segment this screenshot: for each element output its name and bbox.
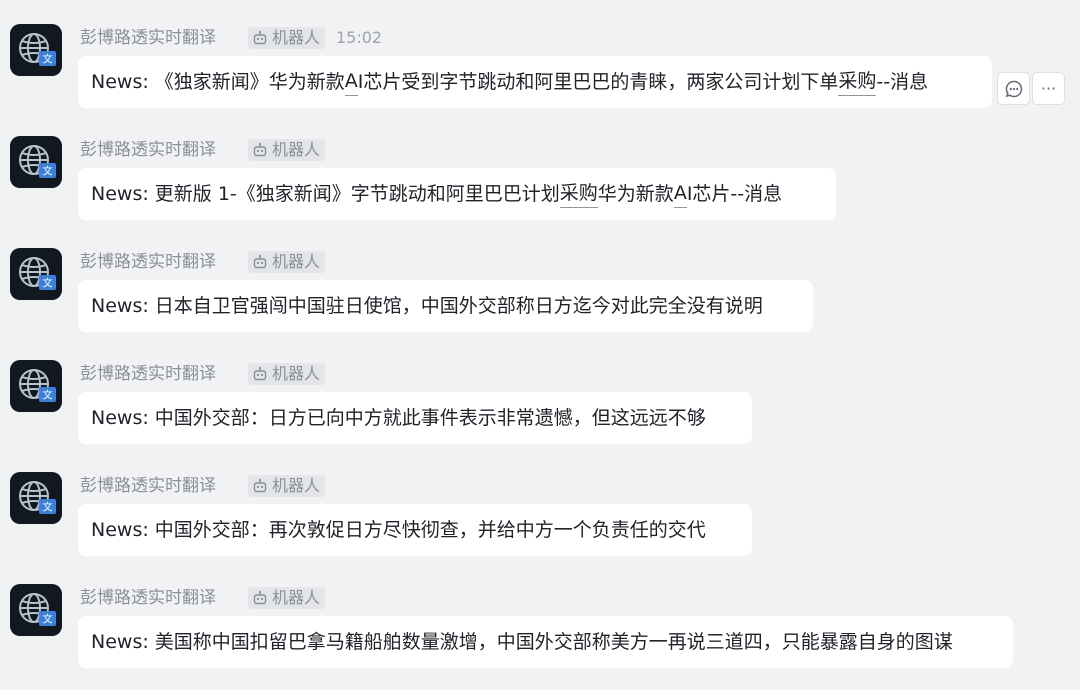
chat-message: 文 彭博路透实时翻译 机器人 News: 中国外交部：日方已向中方就此事件表示非… bbox=[0, 336, 1080, 448]
svg-text:文: 文 bbox=[43, 277, 53, 290]
globe-translate-icon: 文 bbox=[19, 593, 56, 626]
chat-message: 文 彭博路透实时翻译 机器人 News: 日本自卫官强闯中国驻日使馆，中国外交部… bbox=[0, 224, 1080, 336]
bot-badge: 机器人 bbox=[248, 139, 326, 161]
robot-icon bbox=[253, 142, 267, 157]
robot-icon bbox=[253, 590, 267, 605]
sender-name[interactable]: 彭博路透实时翻译 bbox=[80, 474, 216, 498]
message-text: News: 中国外交部：再次敦促日方尽快彻查，并给中方一个负责任的交代 bbox=[91, 519, 706, 541]
bot-badge-label: 机器人 bbox=[272, 588, 321, 607]
chat-message: 文 彭博路透实时翻译 机器人 News: 中国外交部：再次敦促日方尽快彻查，并给… bbox=[0, 448, 1080, 560]
globe-translate-icon: 文 bbox=[19, 369, 56, 402]
more-actions-button[interactable]: ··· bbox=[1032, 72, 1065, 105]
chat-message: 文 彭博路透实时翻译 机器人 News: 《独家新闻》华为新款 A I芯片受到字节跳… bbox=[0, 0, 1080, 112]
bot-badge: 机器人 bbox=[248, 475, 326, 497]
svg-text:文: 文 bbox=[43, 501, 53, 514]
underlined-term[interactable]: 采购 bbox=[838, 68, 877, 96]
message-text: News: 更新版 1-《独家新闻》字节跳动和阿里巴巴计划 bbox=[91, 183, 560, 205]
message-bubble[interactable]: News: 中国外交部：再次敦促日方尽快彻查，并给中方一个负责任的交代 bbox=[78, 504, 752, 556]
robot-icon bbox=[253, 30, 267, 45]
message-bubble[interactable]: News: 日本自卫官强闯中国驻日使馆，中国外交部称日方迄今对此完全没有说明 bbox=[78, 280, 813, 332]
sender-name[interactable]: 彭博路透实时翻译 bbox=[80, 26, 216, 50]
bot-badge-label: 机器人 bbox=[272, 140, 321, 159]
comment-bubble-icon bbox=[1005, 80, 1022, 97]
globe-translate-icon: 文 bbox=[19, 145, 56, 178]
sender-name[interactable]: 彭博路透实时翻译 bbox=[80, 586, 216, 610]
bot-avatar[interactable]: 文 bbox=[10, 24, 62, 76]
bot-avatar[interactable]: 文 bbox=[10, 584, 62, 636]
svg-text:文: 文 bbox=[43, 613, 53, 626]
globe-translate-icon: 文 bbox=[19, 33, 56, 66]
globe-translate-icon: 文 bbox=[19, 481, 56, 514]
bot-avatar[interactable]: 文 bbox=[10, 360, 62, 412]
underlined-term[interactable]: A bbox=[344, 68, 358, 96]
underlined-term[interactable]: 采购 bbox=[559, 180, 598, 208]
message-bubble[interactable]: News: 《独家新闻》华为新款 A I芯片受到字节跳动和阿里巴巴的青睐，两家公司计… bbox=[78, 56, 992, 108]
svg-text:文: 文 bbox=[43, 53, 53, 66]
bot-badge: 机器人 bbox=[248, 27, 326, 49]
message-bubble[interactable]: News: 美国称中国扣留巴拿马籍船舶数量激增，中国外交部称美方一再说三道四，只… bbox=[78, 616, 1013, 668]
message-bubble[interactable]: News: 更新版 1-《独家新闻》字节跳动和阿里巴巴计划 采购 华为新款 A I芯片-… bbox=[78, 168, 836, 220]
message-text: I芯片受到字节跳动和阿里巴巴的青睐，两家公司计划下单 bbox=[357, 71, 839, 93]
message-bubble[interactable]: News: 中国外交部：日方已向中方就此事件表示非常遗憾，但这远远不够 bbox=[78, 392, 752, 444]
bot-badge-label: 机器人 bbox=[272, 252, 321, 271]
message-text: I芯片--消息 bbox=[686, 183, 783, 205]
robot-icon bbox=[253, 366, 267, 381]
message-text: News: 日本自卫官强闯中国驻日使馆，中国外交部称日方迄今对此完全没有说明 bbox=[91, 295, 763, 317]
robot-icon bbox=[253, 254, 267, 269]
underlined-term[interactable]: A bbox=[673, 180, 687, 208]
message-timestamp: 15:02 bbox=[336, 28, 383, 47]
chat-message: 文 彭博路透实时翻译 机器人 News: 美国称中国扣留巴拿马籍船舶数量激增，中… bbox=[0, 560, 1080, 672]
chat-message: 文 彭博路透实时翻译 机器人 News: 更新版 1-《独家新闻》字节跳动和阿里… bbox=[0, 112, 1080, 224]
message-text: News: 《独家新闻》华为新款 bbox=[91, 71, 345, 93]
bot-avatar[interactable]: 文 bbox=[10, 248, 62, 300]
svg-text:文: 文 bbox=[43, 165, 53, 178]
bot-badge-label: 机器人 bbox=[272, 28, 321, 47]
bot-badge: 机器人 bbox=[248, 363, 326, 385]
bot-avatar[interactable]: 文 bbox=[10, 472, 62, 524]
bot-badge-label: 机器人 bbox=[272, 476, 321, 495]
robot-icon bbox=[253, 478, 267, 493]
bot-avatar[interactable]: 文 bbox=[10, 136, 62, 188]
sender-name[interactable]: 彭博路透实时翻译 bbox=[80, 362, 216, 386]
message-text: News: 美国称中国扣留巴拿马籍船舶数量激增，中国外交部称美方一再说三道四，只… bbox=[91, 631, 953, 653]
sender-name[interactable]: 彭博路透实时翻译 bbox=[80, 138, 216, 162]
bot-badge: 机器人 bbox=[248, 587, 326, 609]
bot-badge: 机器人 bbox=[248, 251, 326, 273]
sender-name[interactable]: 彭博路透实时翻译 bbox=[80, 250, 216, 274]
bot-badge-label: 机器人 bbox=[272, 364, 321, 383]
message-text: News: 中国外交部：日方已向中方就此事件表示非常遗憾，但这远远不够 bbox=[91, 407, 706, 429]
message-text: 华为新款 bbox=[597, 183, 674, 205]
globe-translate-icon: 文 bbox=[19, 257, 56, 290]
reply-button[interactable] bbox=[997, 72, 1030, 105]
message-text: --消息 bbox=[876, 71, 929, 93]
more-horizontal-icon: ··· bbox=[1040, 79, 1057, 98]
svg-text:文: 文 bbox=[43, 389, 53, 402]
